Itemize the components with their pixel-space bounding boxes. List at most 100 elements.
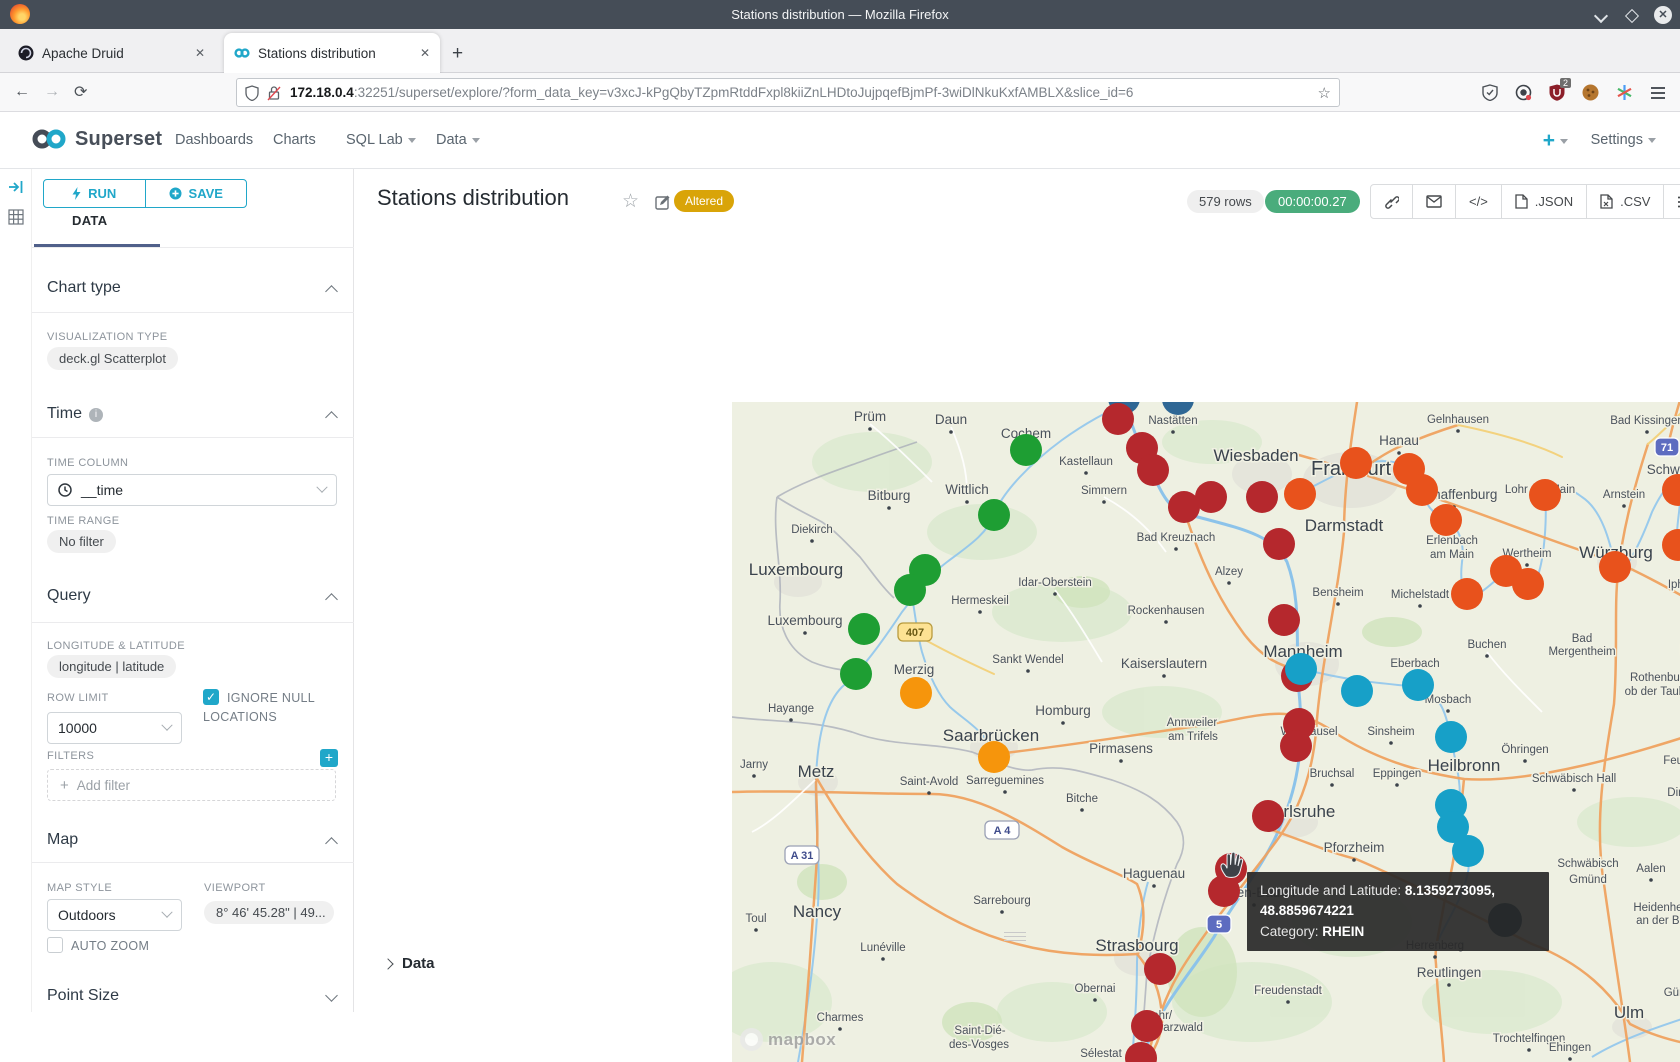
- dataset-grid-icon[interactable]: [8, 209, 24, 225]
- station-dot-crimson[interactable]: [1252, 800, 1284, 832]
- viz-type-value[interactable]: deck.gl Scatterplot: [47, 347, 178, 370]
- nav-charts[interactable]: Charts: [273, 132, 316, 148]
- edit-pencil-icon[interactable]: [655, 194, 671, 210]
- embed-code-button[interactable]: </>: [1456, 185, 1502, 218]
- nav-sql-lab[interactable]: SQL Lab: [346, 132, 416, 148]
- forward-icon[interactable]: →: [44, 83, 60, 101]
- station-dot-crimson[interactable]: [1195, 481, 1227, 513]
- chevron-down-icon[interactable]: [325, 989, 338, 1002]
- station-dot-crimson[interactable]: [1144, 953, 1176, 985]
- export-csv-button[interactable]: .CSV: [1587, 185, 1664, 218]
- station-dot-vermilion[interactable]: [1284, 478, 1316, 510]
- station-dot-crimson[interactable]: [1263, 528, 1295, 560]
- deckgl-map[interactable]: PrümDaunCochemKastellaunNastättenBitburg…: [732, 402, 1680, 1062]
- station-dot-vermilion[interactable]: [1451, 578, 1483, 610]
- run-button[interactable]: RUN: [44, 180, 145, 207]
- ublock-icon[interactable]: 2: [1549, 84, 1565, 101]
- section-chart-type[interactable]: Chart type: [47, 279, 121, 297]
- add-filter-plus-button[interactable]: +: [320, 749, 338, 767]
- station-dot-crimson[interactable]: [1280, 730, 1312, 762]
- station-dot-green[interactable]: [848, 613, 880, 645]
- station-dot-cyan[interactable]: [1402, 669, 1434, 701]
- export-json-button[interactable]: .JSON: [1502, 185, 1587, 218]
- tracking-shield-icon[interactable]: [245, 85, 259, 101]
- menu-hamburger-icon[interactable]: [1650, 86, 1666, 100]
- station-dot-green[interactable]: [894, 574, 926, 606]
- email-button[interactable]: [1413, 185, 1456, 218]
- panel-resize-handle[interactable]: [1004, 929, 1026, 944]
- time-range-value[interactable]: No filter: [47, 530, 116, 553]
- station-dot-vermilion[interactable]: [1529, 479, 1561, 511]
- viewport-value[interactable]: 8° 46' 45.28" | 49...: [204, 901, 334, 924]
- insecure-lock-icon[interactable]: [267, 85, 281, 101]
- nav-settings[interactable]: Settings: [1591, 132, 1656, 148]
- chevron-up-icon[interactable]: [325, 285, 338, 298]
- section-map[interactable]: Map: [47, 831, 78, 849]
- bookmark-star-icon[interactable]: ☆: [1318, 84, 1331, 102]
- tab-close-icon[interactable]: ✕: [181, 46, 205, 60]
- section-time[interactable]: Timei: [47, 405, 103, 423]
- station-dot-vermilion[interactable]: [1512, 568, 1544, 600]
- reload-icon[interactable]: ⟳: [74, 82, 87, 102]
- row-limit-value: 10000: [58, 720, 97, 736]
- tab-stations-distribution[interactable]: Stations distribution ✕: [224, 33, 440, 73]
- add-new-button[interactable]: +: [1543, 129, 1568, 153]
- section-query[interactable]: Query: [47, 587, 91, 605]
- data-section-toggle[interactable]: Data: [384, 955, 435, 972]
- station-dot-crimson[interactable]: [1208, 875, 1240, 907]
- window-close-icon[interactable]: ✕: [1654, 6, 1672, 24]
- protections-shield-icon[interactable]: [1482, 84, 1498, 101]
- station-dot-orange[interactable]: [978, 741, 1010, 773]
- chevron-up-icon[interactable]: [325, 837, 338, 850]
- station-dot-crimson[interactable]: [1246, 481, 1278, 513]
- chevron-up-icon[interactable]: [325, 593, 338, 606]
- station-dot-crimson[interactable]: [1102, 403, 1134, 435]
- station-dot-green[interactable]: [840, 658, 872, 690]
- station-dot-vermilion[interactable]: [1406, 474, 1438, 506]
- favorite-star-icon[interactable]: ☆: [622, 190, 639, 213]
- chevron-right-icon: [382, 958, 393, 969]
- cookie-extension-icon[interactable]: [1582, 84, 1599, 101]
- row-limit-select[interactable]: 10000: [47, 712, 182, 744]
- colorful-extension-icon[interactable]: [1616, 84, 1633, 101]
- nav-data[interactable]: Data: [436, 132, 480, 148]
- tab-apache-druid[interactable]: Apache Druid ✕: [8, 33, 215, 73]
- station-dot-green[interactable]: [1010, 434, 1042, 466]
- station-dot-crimson[interactable]: [1137, 454, 1169, 486]
- ignore-null-checkbox[interactable]: ✓: [203, 689, 219, 705]
- save-button[interactable]: SAVE: [145, 180, 247, 207]
- time-column-select[interactable]: __time: [47, 474, 337, 506]
- lonlat-value[interactable]: longitude | latitude: [47, 655, 176, 678]
- mapbox-logo[interactable]: mapbox: [740, 1028, 836, 1051]
- add-filter-box[interactable]: + Add filter: [47, 769, 336, 801]
- station-dot-crimson[interactable]: [1131, 1010, 1163, 1042]
- window-minimize-icon[interactable]: [1594, 8, 1608, 22]
- more-options-button[interactable]: [1664, 185, 1680, 218]
- station-dot-vermilion[interactable]: [1340, 447, 1372, 479]
- window-maximize-icon[interactable]: [1624, 8, 1638, 22]
- station-dot-cyan[interactable]: [1452, 835, 1484, 867]
- nav-dashboards[interactable]: Dashboards: [175, 132, 253, 148]
- url-bar[interactable]: 172.18.0.4:32251/superset/explore/?form_…: [236, 78, 1340, 107]
- collapse-panel-icon[interactable]: [8, 179, 24, 195]
- chevron-up-icon[interactable]: [325, 411, 338, 424]
- plus-circle-icon: [169, 187, 182, 200]
- new-tab-button[interactable]: +: [452, 43, 463, 65]
- tab-data[interactable]: DATA: [72, 213, 107, 228]
- station-dot-orange[interactable]: [900, 677, 932, 709]
- back-icon[interactable]: ←: [14, 83, 30, 101]
- station-dot-vermilion[interactable]: [1430, 504, 1462, 536]
- station-dot-green[interactable]: [978, 499, 1010, 531]
- auto-zoom-checkbox[interactable]: [47, 937, 63, 953]
- tab-close-icon[interactable]: ✕: [406, 46, 430, 60]
- station-dot-cyan[interactable]: [1435, 721, 1467, 753]
- map-style-select[interactable]: Outdoors: [47, 899, 182, 931]
- station-dot-crimson[interactable]: [1268, 604, 1300, 636]
- station-dot-cyan[interactable]: [1285, 653, 1317, 685]
- station-dot-cyan[interactable]: [1341, 675, 1373, 707]
- container-mask-icon[interactable]: [1515, 84, 1532, 101]
- section-point-size[interactable]: Point Size: [47, 987, 119, 1005]
- copy-link-button[interactable]: [1371, 185, 1413, 218]
- station-dot-vermilion[interactable]: [1599, 551, 1631, 583]
- superset-logo[interactable]: Superset: [32, 126, 162, 152]
